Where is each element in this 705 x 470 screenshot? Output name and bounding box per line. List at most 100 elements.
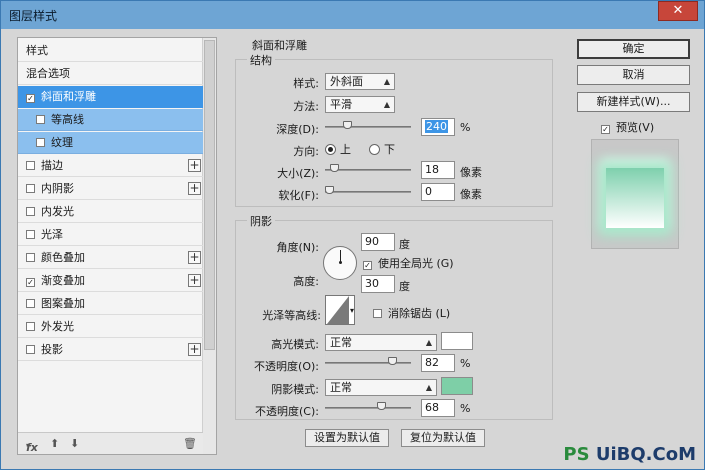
style-item[interactable]: 外发光 <box>18 316 203 338</box>
shadow-opacity-input[interactable]: 68 <box>421 399 455 417</box>
direction-down-radio[interactable]: 下 <box>369 141 395 157</box>
shadow-mode-select[interactable]: 正常 ▲ <box>325 379 437 396</box>
close-button[interactable]: ✕ <box>658 1 698 21</box>
size-label: 大小(Z): <box>277 167 319 180</box>
move-down-icon[interactable]: ⬇ <box>70 437 79 450</box>
style-item-label: 混合选项 <box>26 67 70 80</box>
checkmark-icon[interactable]: ✓ <box>26 278 35 287</box>
cancel-button[interactable]: 取消 <box>577 65 690 85</box>
angle-unit: 度 <box>399 238 410 251</box>
style-item[interactable]: ✓ 斜面和浮雕 <box>18 86 203 108</box>
style-item-label: 内阴影 <box>41 182 74 195</box>
radio-dot-icon <box>369 144 380 155</box>
anti-alias-label: 消除锯齿 (L) <box>388 307 451 320</box>
style-item-label: 颜色叠加 <box>41 251 85 264</box>
reset-default-button[interactable]: 复位为默认值 <box>401 429 485 447</box>
checkbox-icon[interactable] <box>36 115 45 124</box>
angle-input[interactable]: 90 <box>361 233 395 251</box>
checkmark-icon[interactable]: ✓ <box>26 94 35 103</box>
checkbox-icon[interactable] <box>26 161 35 170</box>
size-unit: 像素 <box>460 166 482 179</box>
checkbox-icon[interactable] <box>26 207 35 216</box>
angle-dial[interactable] <box>323 246 357 280</box>
style-item[interactable]: 内阴影 + <box>18 178 203 200</box>
soften-slider-knob[interactable] <box>325 186 334 194</box>
preview-checkbox[interactable]: ✓ 预览(V) <box>601 119 654 135</box>
bevel-section-title: 斜面和浮雕 <box>249 37 310 53</box>
styles-list-scrollbar[interactable] <box>202 38 216 454</box>
direction-up-label: 上 <box>340 143 351 156</box>
style-item-label: 等高线 <box>51 113 84 126</box>
style-item[interactable]: ✓ 渐变叠加 + <box>18 270 203 292</box>
highlight-mode-select[interactable]: 正常 ▲ <box>325 334 437 351</box>
angle-value: 90 <box>365 235 379 248</box>
altitude-input[interactable]: 30 <box>361 275 395 293</box>
add-effect-icon[interactable]: + <box>188 182 201 195</box>
style-item[interactable]: 纹理 <box>18 132 203 154</box>
anti-alias-checkbox[interactable]: 消除锯齿 (L) <box>373 305 450 321</box>
style-item[interactable]: 颜色叠加 + <box>18 247 203 269</box>
depth-input[interactable]: 240 <box>421 118 455 136</box>
style-item[interactable]: 内发光 <box>18 201 203 223</box>
add-effect-icon[interactable]: + <box>188 343 201 356</box>
checkbox-icon[interactable] <box>26 184 35 193</box>
checkbox-icon[interactable] <box>26 253 35 262</box>
scrollbar-thumb[interactable] <box>204 40 215 350</box>
style-item-label: 描边 <box>41 159 63 172</box>
set-default-button[interactable]: 设置为默认值 <box>305 429 389 447</box>
highlight-opacity-input[interactable]: 82 <box>421 354 455 372</box>
checkbox-icon[interactable] <box>26 230 35 239</box>
soften-input[interactable]: 0 <box>421 183 455 201</box>
ok-button[interactable]: 确定 <box>577 39 690 59</box>
style-item[interactable]: 描边 + <box>18 155 203 177</box>
technique-select[interactable]: 平滑 ▲ <box>325 96 395 113</box>
highlight-opacity-unit: % <box>460 357 471 370</box>
depth-slider-knob[interactable] <box>343 121 353 129</box>
add-effect-icon[interactable]: + <box>188 159 201 172</box>
add-effect-icon[interactable]: + <box>188 274 201 287</box>
preview-swatch <box>606 168 664 228</box>
contour-dropdown-icon: ▾ <box>349 306 354 315</box>
watermark: PS UiBQ.CoM <box>563 444 696 465</box>
gloss-contour-picker[interactable]: ▾ <box>325 295 355 325</box>
shadow-opacity-slider[interactable] <box>325 402 411 410</box>
highlight-color-swatch[interactable] <box>441 332 473 350</box>
depth-slider[interactable] <box>325 121 411 129</box>
style-item-label: 渐变叠加 <box>41 274 85 287</box>
highlight-opacity-knob[interactable] <box>388 357 398 365</box>
style-item[interactable]: 等高线 <box>18 109 203 131</box>
bevel-style-select[interactable]: 外斜面 ▲ <box>325 73 395 90</box>
shadow-opacity-knob[interactable] <box>377 402 387 410</box>
direction-up-radio[interactable]: 上 <box>325 141 351 157</box>
select-arrow-icon: ▲ <box>383 77 390 86</box>
global-light-label: 使用全局光 (G) <box>378 257 454 270</box>
shadow-opacity-label: 不透明度(C): <box>255 405 319 418</box>
select-arrow-icon: ▲ <box>383 100 390 109</box>
size-input[interactable]: 18 <box>421 161 455 179</box>
style-item[interactable]: 光泽 <box>18 224 203 246</box>
style-item-label: 内发光 <box>41 205 74 218</box>
shadow-color-swatch[interactable] <box>441 377 473 395</box>
radio-dot-icon <box>325 144 336 155</box>
checkbox-icon[interactable] <box>26 299 35 308</box>
global-light-checkbox[interactable]: ✓ 使用全局光 (G) <box>363 255 454 271</box>
technique-label: 方法: <box>293 100 319 113</box>
checkbox-icon[interactable] <box>26 345 35 354</box>
soften-slider[interactable] <box>325 186 411 194</box>
highlight-opacity-slider[interactable] <box>325 357 411 365</box>
style-item[interactable]: 样式 <box>18 40 203 62</box>
checkbox-icon[interactable] <box>36 138 45 147</box>
add-effect-icon[interactable]: + <box>188 251 201 264</box>
delete-effect-icon[interactable]: 🗑 <box>183 437 197 450</box>
style-item[interactable]: 混合选项 <box>18 63 203 85</box>
depth-label: 深度(D): <box>276 123 319 136</box>
checkbox-icon[interactable] <box>26 322 35 331</box>
size-slider-knob[interactable] <box>330 164 340 172</box>
style-item[interactable]: 投影 + <box>18 339 203 361</box>
style-item[interactable]: 图案叠加 <box>18 293 203 315</box>
size-slider[interactable] <box>325 164 411 172</box>
move-up-icon[interactable]: ⬆ <box>50 437 59 450</box>
new-style-button[interactable]: 新建样式(W)... <box>577 92 690 112</box>
depth-unit: % <box>460 121 471 134</box>
style-item-label: 样式 <box>26 44 48 57</box>
